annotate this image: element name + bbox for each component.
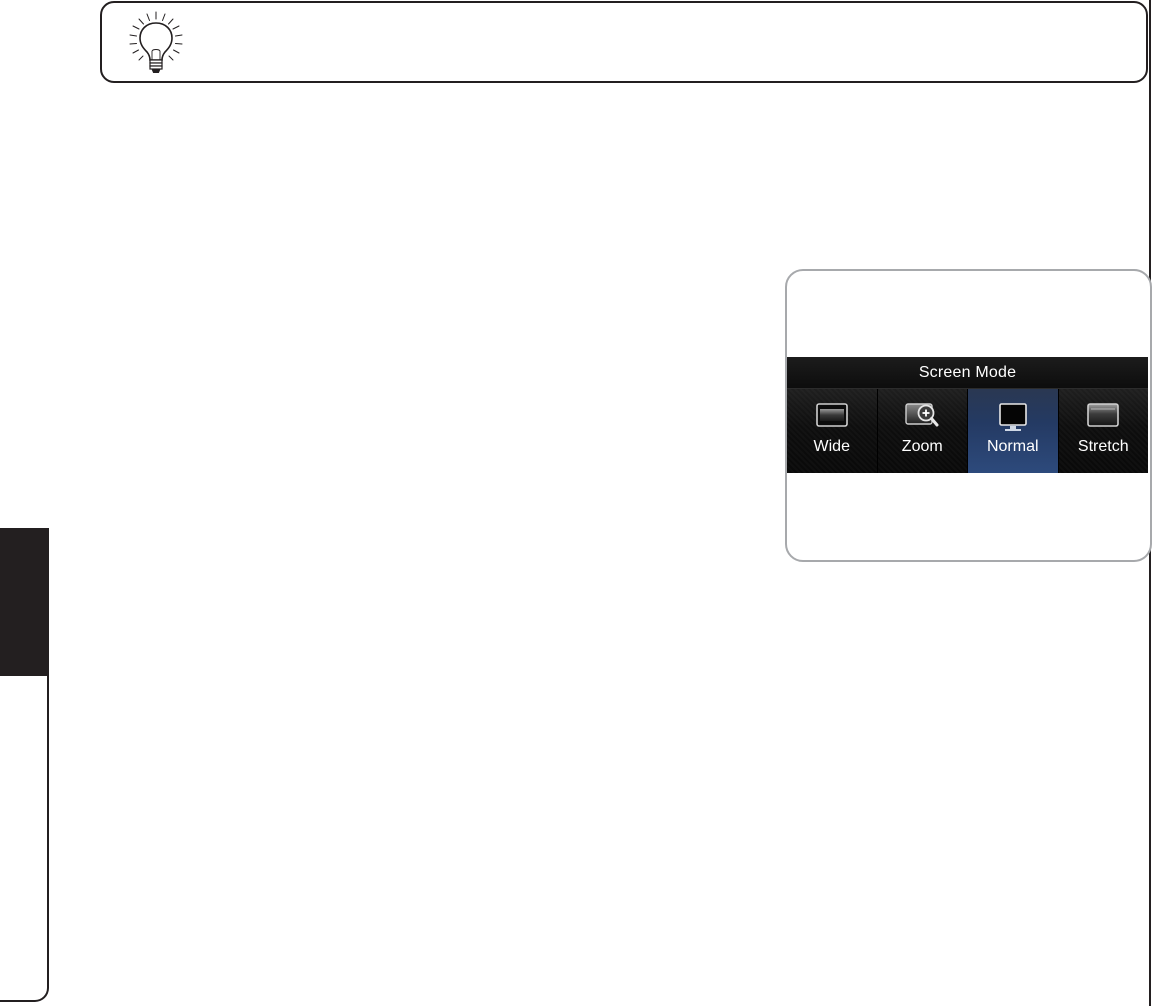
screen-wide-icon <box>815 403 848 427</box>
side-tab <box>0 528 49 1002</box>
screen-mode-option-label: Zoom <box>901 438 943 455</box>
screen-stretch-icon <box>1087 403 1120 427</box>
screen-mode-option-label: Wide <box>813 438 850 455</box>
screen-mode-option-zoom[interactable]: Zoom <box>877 389 968 473</box>
screen-mode-options: Wide Zoom Normal Stretch <box>787 389 1148 473</box>
screen-mode-option-normal[interactable]: Normal <box>968 389 1059 473</box>
screen-mode-option-stretch[interactable]: Stretch <box>1058 389 1148 473</box>
screen-mode-menu: Screen Mode Wide Zoom Normal Stretch <box>787 357 1148 473</box>
screen-mode-option-label: Stretch <box>1077 438 1129 455</box>
screen-zoom-icon <box>905 403 939 427</box>
screen-mode-title: Screen Mode <box>787 357 1148 389</box>
tip-box <box>100 1 1148 83</box>
screen-mode-option-wide[interactable]: Wide <box>787 389 878 473</box>
screen-normal-icon <box>998 403 1027 431</box>
screen-mode-option-label: Normal <box>986 438 1039 455</box>
lightbulb-icon <box>129 11 183 73</box>
side-tab-marker <box>0 530 47 676</box>
